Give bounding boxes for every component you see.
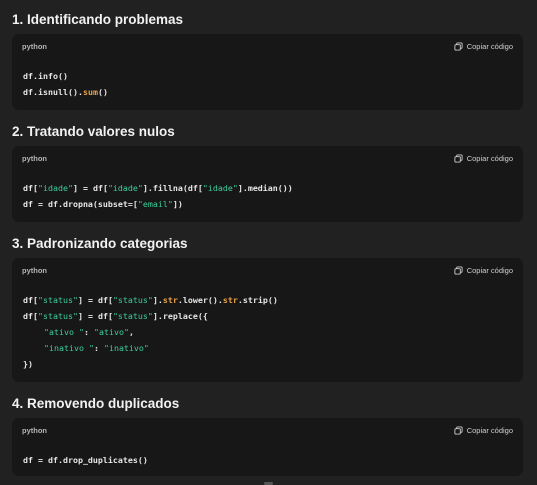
code-token: ].replace({ <box>152 311 208 321</box>
code-language-label: python <box>22 426 47 435</box>
copy-code-button[interactable]: Copiar código <box>454 426 513 435</box>
copy-code-button[interactable]: Copiar código <box>454 266 513 275</box>
code-token: str <box>222 295 238 305</box>
code-token: df = df.drop_duplicates() <box>23 455 148 465</box>
copy-code-label: Copiar código <box>466 265 513 275</box>
code-block-3: python Copiar código df["status"] = df["… <box>12 258 523 382</box>
code-token: str <box>162 295 178 305</box>
code-line: df["idade"] = df["idade"].fillna(df["ida… <box>23 180 512 196</box>
code-line: df["status"] = df["status"].replace({ <box>23 308 512 324</box>
code-token: }) <box>23 359 33 369</box>
code-language-label: python <box>22 154 47 163</box>
code-token: "inativo " <box>44 343 94 353</box>
code-token: "ativo " <box>44 327 84 337</box>
code-line: df["status"] = df["status"].str.lower().… <box>23 292 512 308</box>
code-block-header: python Copiar código <box>12 34 523 58</box>
code-token: "ativo" <box>93 327 129 337</box>
code-token: , <box>128 327 134 337</box>
code-block-header: python Copiar código <box>12 258 523 282</box>
code-token: "status" <box>112 311 153 321</box>
copy-code-label: Copiar código <box>466 425 513 435</box>
code-token: sum <box>82 87 98 97</box>
code-token: : <box>83 327 94 337</box>
code-token: : <box>93 343 104 353</box>
section-title-2: 2. Tratando valores nulos <box>12 124 175 139</box>
code-content[interactable]: df["idade"] = df["idade"].fillna(df["ida… <box>12 170 523 212</box>
code-language-label: python <box>22 42 47 51</box>
code-line: "inativo ": "inativo" <box>23 340 512 356</box>
code-line: df = df.dropna(subset=["email"]) <box>23 196 512 212</box>
code-token: "email" <box>137 199 173 209</box>
code-token: ] = df[ <box>77 295 113 305</box>
code-content[interactable]: df["status"] = df["status"].str.lower().… <box>12 282 523 372</box>
copy-code-label: Copiar código <box>466 153 513 163</box>
code-token: "idade" <box>107 183 143 193</box>
code-token: "status" <box>38 311 78 321</box>
code-token: "status" <box>112 295 153 305</box>
copy-icon <box>454 41 463 51</box>
code-block-4: python Copiar código df = df.drop_duplic… <box>12 418 523 476</box>
copy-code-label: Copiar código <box>466 41 513 51</box>
code-token: .strip() <box>237 295 278 305</box>
section-title-1: 1. Identificando problemas <box>12 12 184 27</box>
section-title-4: 4. Removendo duplicados <box>12 396 180 411</box>
code-token: df[ <box>23 311 38 321</box>
code-token: ] = df[ <box>72 183 108 193</box>
copy-code-button[interactable]: Copiar código <box>454 42 513 51</box>
code-line: df.isnull().sum() <box>23 84 512 100</box>
code-line: df = df.drop_duplicates() <box>23 452 512 468</box>
section-title-3: 3. Padronizando categorias <box>12 236 188 251</box>
code-token: ]. <box>152 295 163 305</box>
code-token: .lower(). <box>177 295 223 305</box>
code-token: "inativo" <box>103 343 149 353</box>
code-language-label: python <box>22 266 47 275</box>
code-content[interactable]: df = df.drop_duplicates() <box>12 442 523 468</box>
code-line: df.info() <box>23 68 512 84</box>
code-block-header: python Copiar código <box>12 146 523 170</box>
copy-icon <box>454 265 463 275</box>
code-token: df = df.dropna(subset=[ <box>23 199 138 209</box>
copy-icon <box>454 425 463 435</box>
code-token: "idade" <box>202 183 238 193</box>
code-content[interactable]: df.info() df.isnull().sum() <box>12 58 523 100</box>
code-token: ].median()) <box>237 183 293 193</box>
code-token: "idade" <box>38 183 73 193</box>
code-line: }) <box>23 356 512 372</box>
code-token: ].fillna(df[ <box>142 183 203 193</box>
code-token: df.isnull(). <box>23 87 83 97</box>
code-token: df[ <box>23 295 38 305</box>
code-token: ] = df[ <box>77 311 113 321</box>
code-line: "ativo ": "ativo", <box>23 324 512 340</box>
code-token: ]) <box>172 199 183 209</box>
code-token: () <box>97 87 108 97</box>
code-block-2: python Copiar código df["idade"] = df["i… <box>12 146 523 222</box>
code-block-1: python Copiar código df.info() df.isnull(… <box>12 34 523 110</box>
code-token: df[ <box>23 183 38 193</box>
code-token: df.info() <box>23 71 68 81</box>
copy-icon <box>454 153 463 163</box>
code-block-header: python Copiar código <box>12 418 523 442</box>
copy-code-button[interactable]: Copiar código <box>454 154 513 163</box>
code-token: "status" <box>38 295 78 305</box>
